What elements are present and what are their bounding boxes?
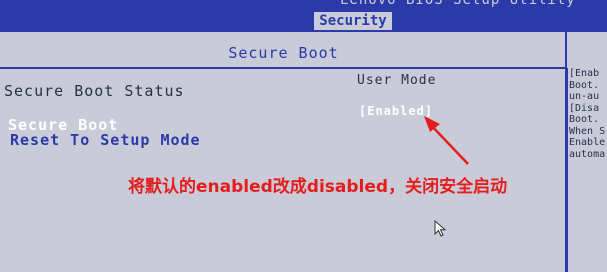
- bios-title: Lenovo BIOS Setup Utility: [340, 0, 576, 8]
- help-line: When S: [569, 125, 606, 137]
- help-text: [Enab Boot. un-au [Disa Boot. When S Ena…: [567, 68, 607, 272]
- section-title: Secure Boot: [228, 44, 339, 62]
- section-divider: [0, 67, 567, 69]
- tab-security[interactable]: Security: [314, 12, 392, 30]
- help-line: Boot.: [569, 79, 600, 91]
- help-panel: [Enab Boot. un-au [Disa Boot. When S Ena…: [567, 30, 607, 272]
- help-line: [Disa: [569, 102, 600, 114]
- title-bar: Lenovo BIOS Setup Utility Security: [0, 0, 607, 30]
- help-line: Enable: [569, 137, 606, 148]
- help-line: automa: [569, 148, 606, 160]
- secure-boot-value[interactable]: [Enabled]: [359, 104, 433, 118]
- help-line: [Enab: [569, 68, 600, 79]
- reset-to-setup-mode-option[interactable]: Reset To Setup Mode: [10, 131, 201, 149]
- secure-boot-status-value: User Mode: [357, 73, 437, 88]
- secure-boot-status-label: Secure Boot Status: [4, 82, 185, 100]
- mouse-cursor-icon: [434, 220, 447, 237]
- help-line: Boot.: [569, 114, 600, 125]
- help-line: un-au: [569, 91, 600, 102]
- annotation-text: 将默认的enabled改成disabled，关闭安全启动: [128, 177, 508, 197]
